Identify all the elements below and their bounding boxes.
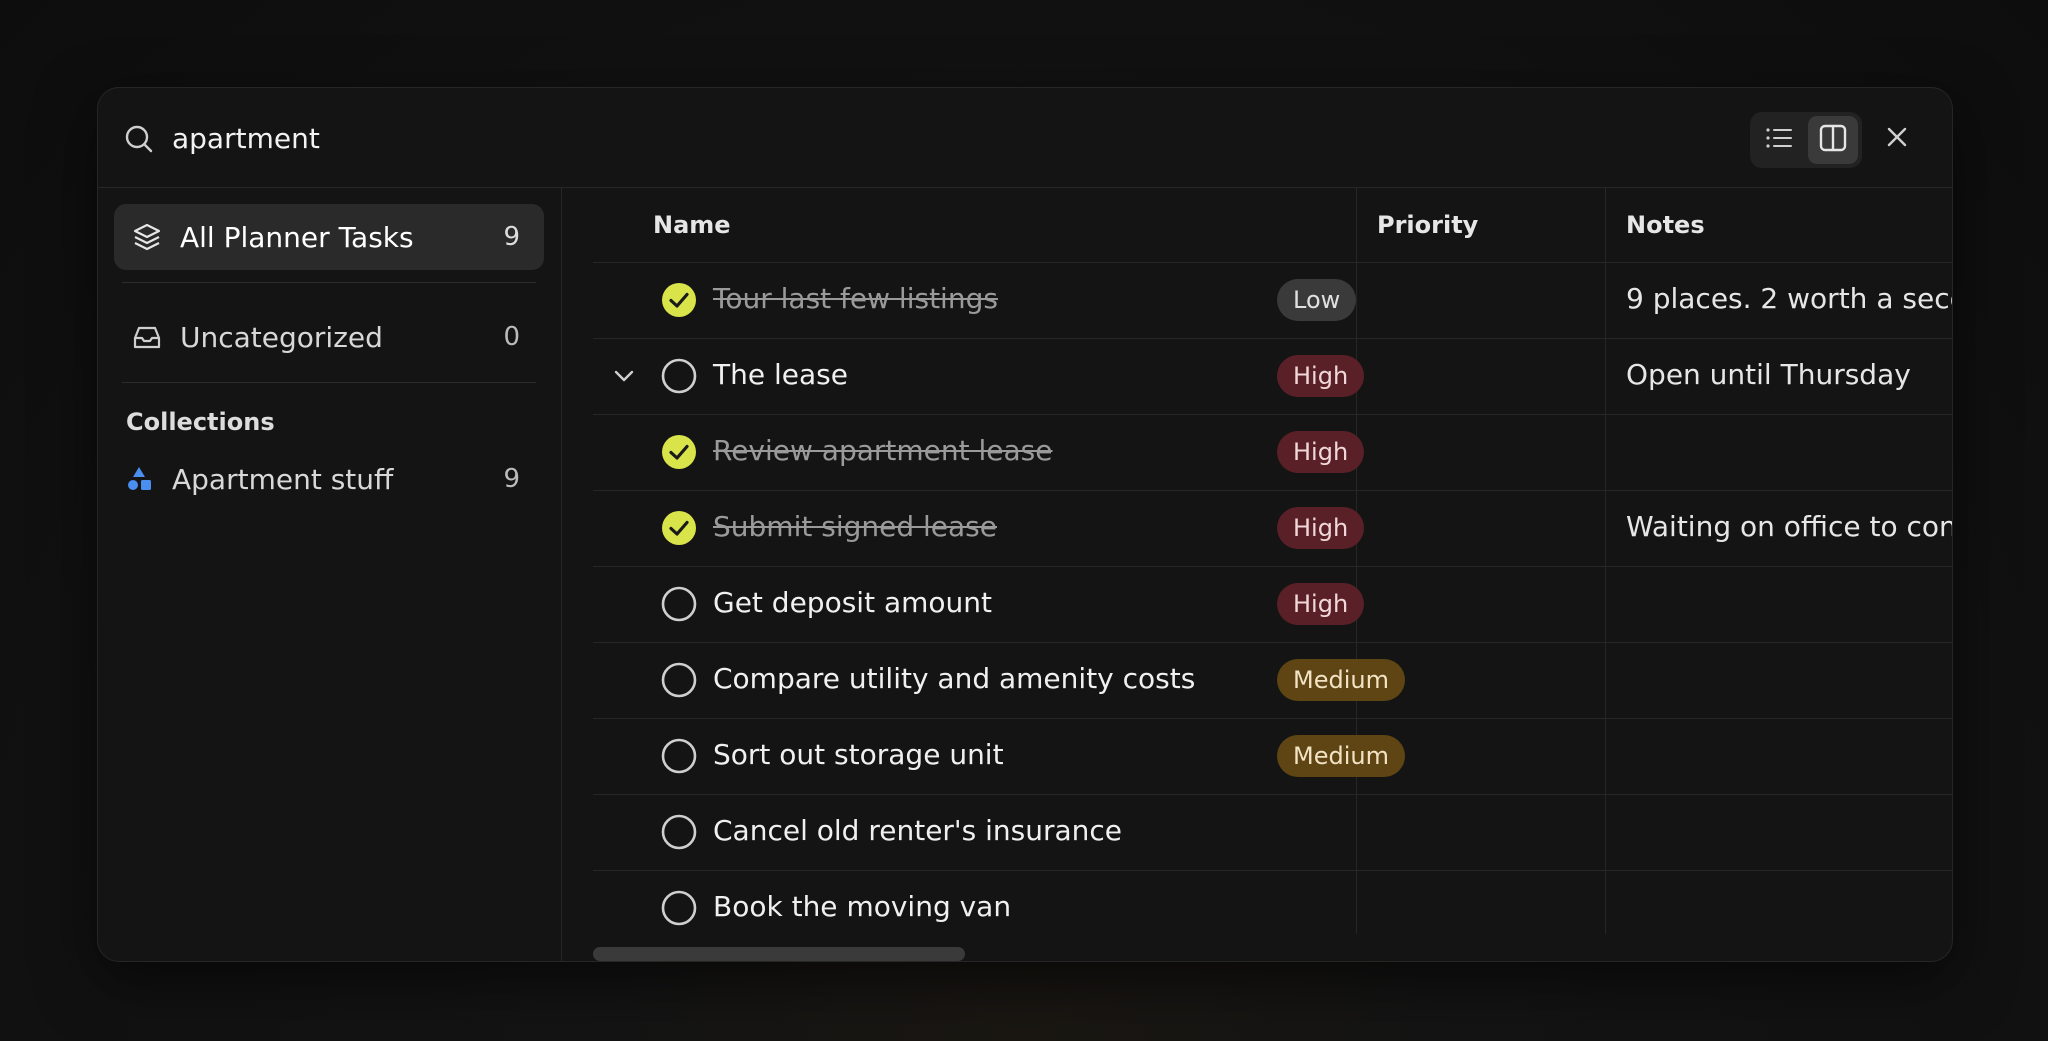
checked-circle-icon[interactable] [660,433,698,471]
table-row[interactable]: Review apartment lease High [593,414,1952,490]
task-name[interactable]: The lease [713,358,848,391]
task-name[interactable]: Compare utility and amenity costs [713,662,1195,695]
search-icon [124,124,154,154]
table-row[interactable]: Sort out storage unit Medium [593,718,1952,794]
search-bar [98,88,1952,188]
task-note[interactable]: 9 places. 2 worth a second look [1626,282,1952,315]
shapes-icon [124,464,154,494]
unchecked-circle-icon[interactable] [660,585,698,623]
sidebar-item-label: Uncategorized [180,320,383,354]
table-row[interactable]: Book the moving van [593,870,1952,946]
table-row[interactable]: Submit signed lease High Waiting on office… [593,490,1952,566]
task-name[interactable]: Get deposit amount [713,586,992,619]
unchecked-circle-icon[interactable] [660,737,698,775]
list-icon [1765,126,1793,154]
table-row[interactable]: Compare utility and amenity costs Medium [593,642,1952,718]
task-note[interactable]: Waiting on office to confirm the [1626,510,1952,543]
task-name[interactable]: Cancel old renter's insurance [713,814,1122,847]
layers-icon [132,222,162,252]
divider [122,282,536,283]
task-note[interactable]: Open until Thursday [1626,358,1911,391]
priority-badge[interactable]: High [1277,431,1365,473]
list-view-button[interactable] [1754,116,1804,164]
table-row[interactable]: The lease High Open until Thursday [593,338,1952,414]
sidebar-item-count: 9 [503,222,520,252]
task-table: Name Priority Notes Tour last few listin… [563,188,1952,961]
sidebar-item-label: Apartment stuff [172,462,394,496]
sidebar-item-count: 9 [503,464,520,494]
priority-badge[interactable]: High [1277,355,1365,397]
table-row[interactable]: Cancel old renter's insurance [593,794,1952,870]
chevron-down-icon[interactable] [610,362,638,390]
unchecked-circle-icon[interactable] [660,661,698,699]
sidebar-item-apartment-stuff[interactable]: Apartment stuff 9 [114,446,544,512]
task-name[interactable]: Review apartment lease [713,434,1053,467]
close-button[interactable] [1882,124,1912,154]
task-name[interactable]: Book the moving van [713,890,1011,923]
checked-circle-icon[interactable] [660,281,698,319]
priority-badge[interactable]: Low [1277,279,1357,321]
column-header-notes[interactable]: Notes [1626,188,1926,262]
column-header-priority[interactable]: Priority [1377,188,1597,262]
priority-badge[interactable]: High [1277,507,1365,549]
horizontal-scrollbar[interactable] [593,947,1952,961]
unchecked-circle-icon[interactable] [660,889,698,927]
collections-heading: Collections [126,408,275,436]
sidebar-item-all-planner-tasks[interactable]: All Planner Tasks 9 [114,204,544,270]
table-row[interactable]: Get deposit amount High [593,566,1952,642]
unchecked-circle-icon[interactable] [660,357,698,395]
view-toggle [1750,112,1862,168]
unchecked-circle-icon[interactable] [660,813,698,851]
priority-badge[interactable]: Medium [1277,735,1405,777]
task-name[interactable]: Tour last few listings [713,282,998,315]
sidebar-item-label: All Planner Tasks [180,220,414,254]
column-header-name[interactable]: Name [653,188,1153,262]
sidebar-item-uncategorized[interactable]: Uncategorized 0 [114,304,544,370]
checked-circle-icon[interactable] [660,509,698,547]
sidebar-item-count: 0 [503,322,520,352]
search-dialog: All Planner Tasks 9 Uncategorized 0 Coll… [97,87,1953,962]
search-input[interactable] [172,116,872,160]
priority-badge[interactable]: Medium [1277,659,1405,701]
split-view-button[interactable] [1808,116,1858,164]
priority-badge[interactable]: High [1277,583,1365,625]
scrollbar-thumb[interactable] [593,947,965,961]
table-row[interactable]: Tour last few listings Low 9 places. 2 wor… [593,262,1952,338]
close-icon [1886,126,1908,152]
inbox-icon [132,322,162,352]
divider [122,382,536,383]
columns-icon [1819,124,1847,156]
sidebar: All Planner Tasks 9 Uncategorized 0 Coll… [98,188,562,961]
task-name[interactable]: Sort out storage unit [713,738,1004,771]
task-name[interactable]: Submit signed lease [713,510,997,543]
